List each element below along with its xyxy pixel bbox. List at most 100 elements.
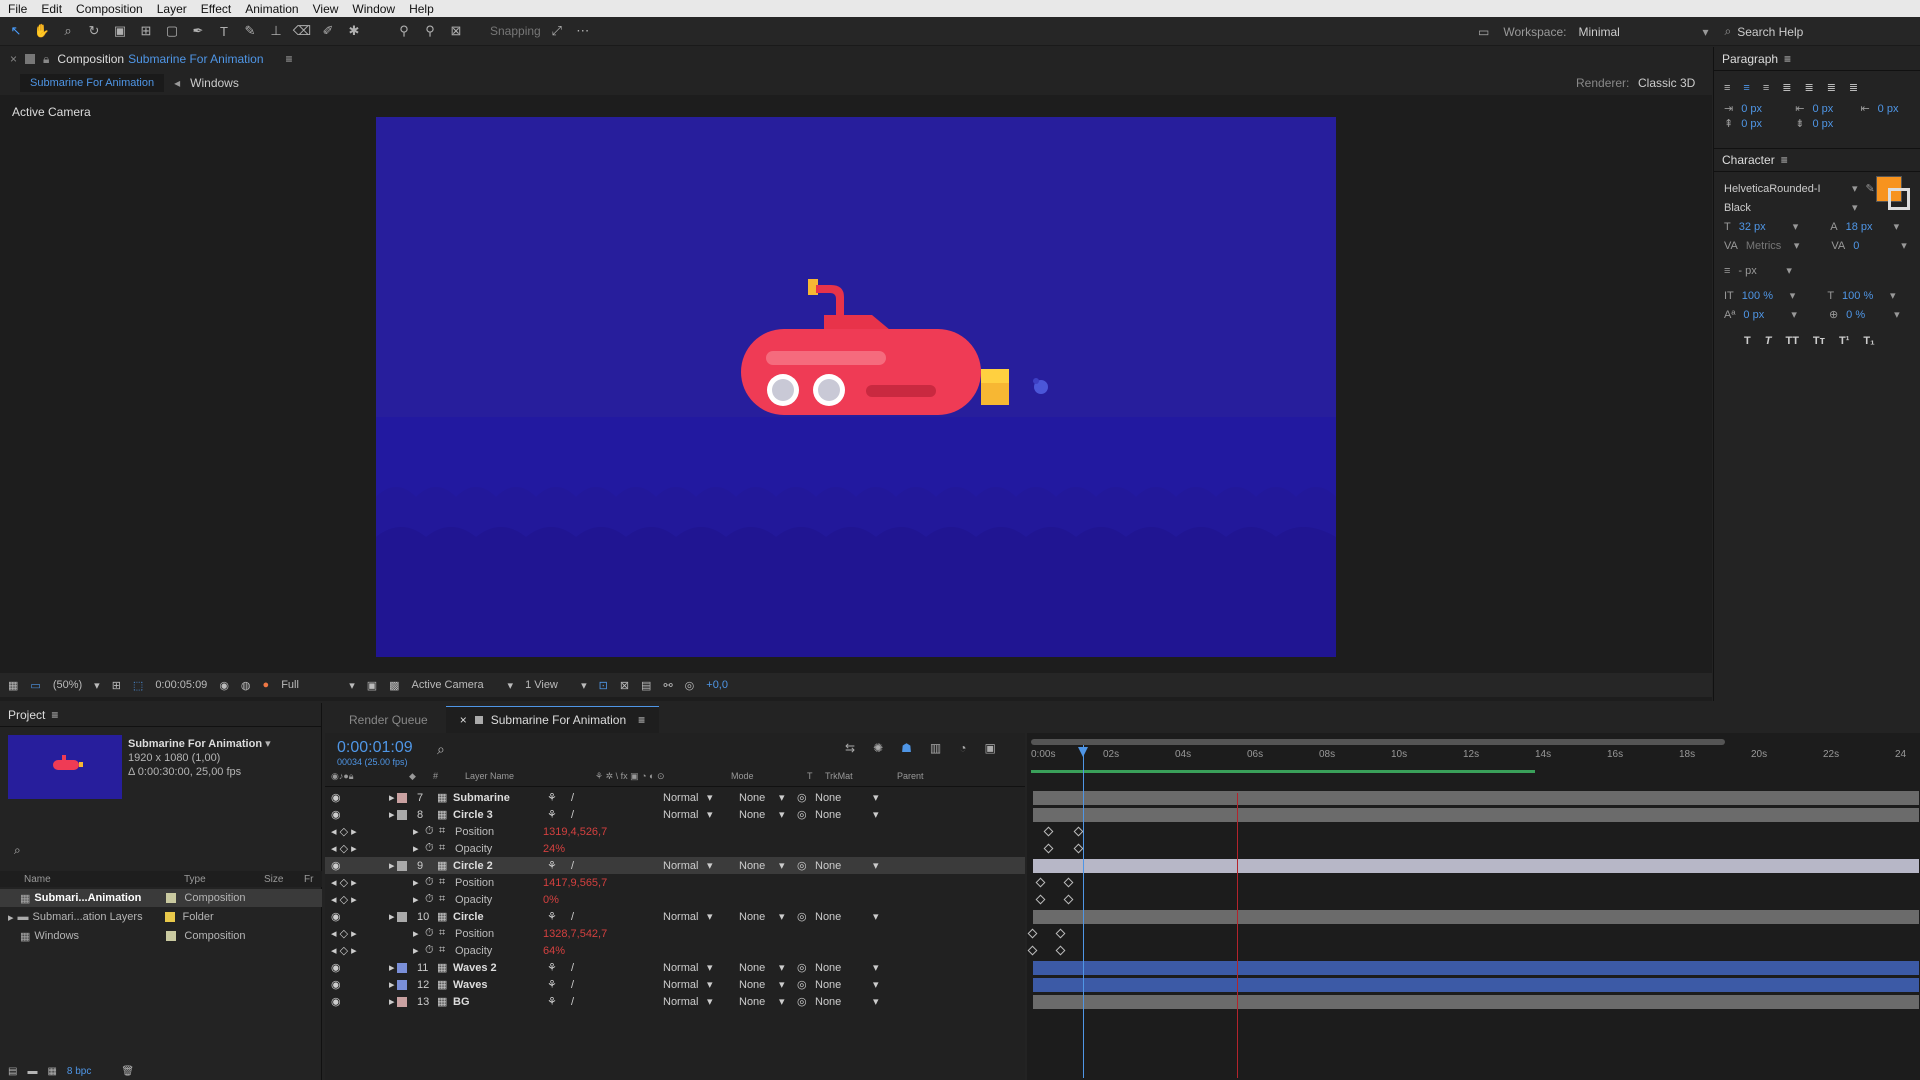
layer-duration-bar[interactable]	[1033, 995, 1919, 1009]
keyframe-icon[interactable]	[1063, 894, 1074, 905]
superscript-icon[interactable]: T¹	[1839, 335, 1849, 347]
layer-row[interactable]: ◉ ▸ 13 ▦ BG ⚘ / Normal ▾ None ▾ ◎ None ▾	[325, 993, 1025, 1010]
tab-submarine-for-animation[interactable]: × Submarine For Animation ≡	[445, 706, 660, 733]
keyframe-icon[interactable]	[1073, 843, 1084, 854]
menu-edit[interactable]: Edit	[41, 2, 62, 16]
current-time[interactable]: 0:00:05:09	[155, 679, 207, 691]
chevron-right-icon[interactable]: ▸	[389, 908, 395, 925]
exposure-icon[interactable]: ◎	[685, 679, 695, 692]
pick-whip-icon[interactable]: ◎	[797, 993, 807, 1010]
chevron-right-icon[interactable]: ▸	[413, 891, 419, 908]
chevron-down-icon[interactable]: ▾	[873, 806, 879, 823]
vr-icon[interactable]: ▭	[1478, 25, 1489, 39]
chevron-right-icon[interactable]: ▸	[413, 874, 419, 891]
keyframe-icon[interactable]	[1043, 843, 1054, 854]
stopwatch-icon[interactable]: ⏱	[425, 823, 434, 840]
label-color-swatch[interactable]	[397, 806, 407, 823]
monitor-icon[interactable]: ▭	[30, 679, 40, 692]
trkmat-select[interactable]: None	[739, 806, 765, 823]
property-value[interactable]: 1417,9,565,7	[543, 874, 607, 891]
menu-layer[interactable]: Layer	[157, 2, 187, 16]
parent-select[interactable]: None	[815, 993, 841, 1010]
toggle-pixel-icon[interactable]: ⊡	[599, 679, 608, 692]
property-row[interactable]: ◂ ◇ ▸ ▸ ⏱ ⌗ Position 1319,4,526,7	[325, 823, 1025, 840]
stopwatch-icon[interactable]: ⏱	[425, 925, 434, 942]
trkmat-select[interactable]: None	[739, 959, 765, 976]
breadcrumb-windows[interactable]: Windows	[190, 76, 239, 90]
draft-3d-icon[interactable]: ✺	[873, 741, 883, 755]
shy-icon[interactable]: ☗	[901, 741, 912, 755]
shy-switch-icon[interactable]: ⚘	[547, 976, 557, 993]
menu-file[interactable]: File	[8, 2, 27, 16]
baseline-shift-value[interactable]: 0 px	[1743, 309, 1783, 321]
column-type[interactable]: Type	[184, 874, 264, 885]
type-tool-icon[interactable]: T	[214, 21, 234, 41]
chevron-down-icon[interactable]: ▾	[779, 976, 785, 993]
stroke-width-value[interactable]: - px	[1738, 265, 1778, 277]
parent-select[interactable]: None	[815, 976, 841, 993]
zoom-tool-icon[interactable]: ⌕	[58, 21, 78, 41]
snap-grid-icon[interactable]: ⋯	[573, 21, 593, 41]
layer-row[interactable]: ◉ ▸ 7 ▦ Submarine ⚘ / Normal ▾ None ▾ ◎ None ▾	[325, 789, 1025, 806]
flowchart-icon[interactable]: ⚯	[663, 679, 672, 692]
horizontal-scale-value[interactable]: 100 %	[1842, 290, 1882, 302]
camera-select[interactable]: Active Camera	[412, 679, 496, 691]
stopwatch-icon[interactable]: ⏱	[425, 840, 434, 857]
parent-select[interactable]: None	[815, 789, 841, 806]
menu-help[interactable]: Help	[409, 2, 434, 16]
keyframe-icon[interactable]	[1063, 877, 1074, 888]
panel-menu-icon[interactable]: ≡	[286, 52, 293, 66]
trkmat-select[interactable]: None	[739, 857, 765, 874]
bpc-setting[interactable]: 8 bpc	[67, 1066, 91, 1077]
keyframe-navigator-icon[interactable]: ◂ ◇ ▸	[331, 874, 357, 891]
column-name[interactable]: Name	[24, 874, 164, 885]
show-channel-icon[interactable]: ◍	[241, 679, 251, 692]
graph-editor-icon[interactable]: ▣	[984, 741, 995, 755]
resolution-select[interactable]: Full	[281, 679, 337, 691]
parent-select[interactable]: None	[815, 806, 841, 823]
quality-switch-icon[interactable]: /	[571, 993, 574, 1010]
menu-window[interactable]: Window	[352, 2, 395, 16]
keyframe-icon[interactable]	[1073, 826, 1084, 837]
column-layer-name[interactable]: Layer Name	[465, 771, 514, 781]
keyframe-icon[interactable]	[1043, 826, 1054, 837]
chevron-right-icon[interactable]: ▸	[389, 806, 395, 823]
chevron-right-icon[interactable]: ▸	[413, 823, 419, 840]
chevron-right-icon[interactable]: ▸	[413, 840, 419, 857]
label-color-swatch[interactable]	[397, 993, 407, 1010]
search-icon[interactable]: ⌕	[1725, 24, 1732, 39]
shy-switch-icon[interactable]: ⚘	[547, 993, 557, 1010]
label-color[interactable]	[166, 893, 177, 903]
new-folder-icon[interactable]: ▬	[27, 1066, 37, 1077]
layer-duration-bar[interactable]	[1033, 808, 1919, 822]
pick-whip-icon[interactable]: ◎	[797, 976, 807, 993]
column-t[interactable]: T	[807, 771, 813, 781]
layer-row[interactable]: ◉ ▸ 12 ▦ Waves ⚘ / Normal ▾ None ▾ ◎ None ▾	[325, 976, 1025, 993]
chevron-down-icon[interactable]: ▾	[707, 806, 713, 823]
brush-tool-icon[interactable]: ✎	[240, 21, 260, 41]
interpret-footage-icon[interactable]: ▤	[8, 1066, 17, 1077]
region-icon[interactable]: ▣	[367, 679, 377, 692]
panel-menu-icon[interactable]: ≡	[638, 713, 645, 727]
property-value[interactable]: 0%	[543, 891, 559, 908]
chevron-down-icon[interactable]: ▾	[779, 959, 785, 976]
trkmat-select[interactable]: None	[739, 908, 765, 925]
chevron-right-icon[interactable]: ▸	[413, 925, 419, 942]
panel-menu-icon[interactable]: ≡	[1784, 52, 1791, 66]
pen-tool-icon[interactable]: ✒	[188, 21, 208, 41]
layer-row[interactable]: ◉ ▸ 10 ▦ Circle ⚘ / Normal ▾ None ▾ ◎ None ▾	[325, 908, 1025, 925]
eye-icon[interactable]: ◉	[331, 908, 341, 925]
close-icon[interactable]: ×	[460, 713, 467, 727]
motion-blur-icon[interactable]: ◔	[959, 741, 966, 755]
property-value[interactable]: 24%	[543, 840, 565, 857]
pick-whip-icon[interactable]: ◎	[797, 959, 807, 976]
chevron-down-icon[interactable]: ▾	[707, 993, 713, 1010]
property-row[interactable]: ◂ ◇ ▸ ▸ ⏱ ⌗ Position 1417,9,565,7	[325, 874, 1025, 891]
view-axis-icon[interactable]: ⊠	[446, 21, 466, 41]
keyframe-icon[interactable]	[1027, 928, 1038, 939]
chevron-right-icon[interactable]: ▸	[389, 976, 395, 993]
align-left-icon[interactable]: ≡	[1724, 82, 1730, 94]
world-axis-icon[interactable]: ⚲	[420, 21, 440, 41]
keyframe-icon[interactable]	[1055, 945, 1066, 956]
keyframe-icon[interactable]	[1055, 928, 1066, 939]
